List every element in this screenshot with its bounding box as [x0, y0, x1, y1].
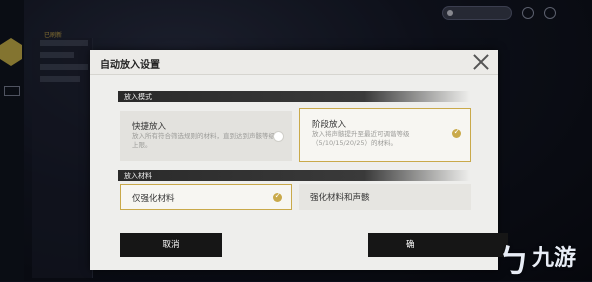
radio-icon: [273, 131, 284, 142]
option-desc: 放入所有符合筛选规则的材料，直到达到声骸等级上限。: [132, 132, 275, 149]
material-option-enhance-and-echo[interactable]: 强化材料和声骸: [299, 184, 471, 210]
watermark-text: 九游: [532, 246, 577, 271]
dialog-header: 自动放入设置: [90, 50, 498, 75]
section-material-label: 放入材料: [124, 172, 152, 180]
confirm-label: 确: [406, 240, 415, 250]
option-title: 阶段放入: [312, 120, 347, 130]
section-mode-label: 放入模式: [124, 93, 152, 101]
check-icon: [452, 127, 461, 138]
cancel-button[interactable]: 取消: [120, 233, 222, 257]
confirm-button[interactable]: 确: [368, 233, 508, 257]
section-mode-bar: 放入模式: [118, 91, 470, 102]
material-label: 仅强化材料: [132, 194, 175, 204]
auto-insert-dialog: 自动放入设置 放入模式 快捷放入 放入所有符合筛选规则的材料，直到达到声骸等级上…: [90, 50, 508, 270]
material-option-enhance-only[interactable]: 仅强化材料: [120, 184, 292, 210]
close-icon[interactable]: [472, 53, 490, 71]
check-icon: [273, 191, 282, 202]
option-stage-insert[interactable]: 阶段放入 放入将声骸提升至最近可调谐等级（5/10/15/20/25）的材料。: [299, 108, 471, 162]
watermark-glyph: ㄅ: [498, 242, 531, 280]
section-material-bar: 放入材料: [118, 170, 470, 181]
option-desc: 放入将声骸提升至最近可调谐等级（5/10/15/20/25）的材料。: [312, 130, 410, 147]
option-quick-insert[interactable]: 快捷放入 放入所有符合筛选规则的材料，直到达到声骸等级上限。: [120, 111, 292, 161]
dialog-title: 自动放入设置: [100, 60, 160, 71]
watermark-logo: ㄅ 九游: [498, 236, 592, 280]
option-title: 快捷放入: [132, 122, 167, 132]
material-label: 强化材料和声骸: [310, 193, 370, 203]
